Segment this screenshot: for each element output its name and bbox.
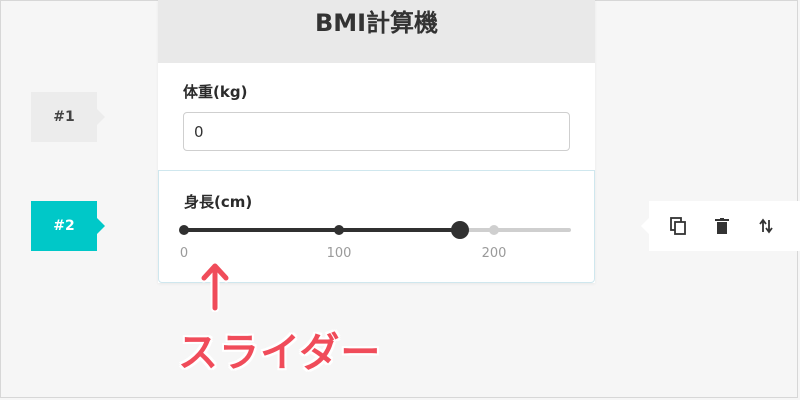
slider-tick bbox=[179, 225, 189, 235]
bmi-calculator-card: BMI計算機 体重(kg) 身長(cm) 0 100 200 bbox=[158, 0, 595, 283]
slider-tick-label: 200 bbox=[481, 246, 507, 261]
annotation-label: スライダー bbox=[178, 330, 382, 376]
card-title: BMI計算機 bbox=[314, 9, 439, 37]
delete-button[interactable] bbox=[711, 215, 733, 237]
slider-tick-label: 100 bbox=[326, 246, 352, 261]
step-marker-1[interactable]: #1 bbox=[31, 92, 105, 142]
annotation-arrow-up-icon bbox=[199, 262, 231, 312]
slider-tick bbox=[489, 225, 499, 235]
slider-tick-label: 0 bbox=[179, 246, 189, 261]
trash-icon bbox=[715, 218, 729, 234]
slider-tick bbox=[334, 225, 344, 235]
weight-input[interactable] bbox=[183, 112, 570, 151]
duplicate-button[interactable] bbox=[667, 215, 689, 237]
weight-label: 体重(kg) bbox=[183, 83, 248, 101]
height-slider[interactable]: 0 100 200 bbox=[179, 221, 571, 261]
step-marker-label: #2 bbox=[53, 218, 75, 234]
copy-icon bbox=[670, 217, 686, 235]
block-toolbar bbox=[641, 201, 800, 251]
step-marker-2[interactable]: #2 bbox=[31, 201, 105, 251]
height-label: 身長(cm) bbox=[184, 193, 253, 211]
slider-thumb[interactable] bbox=[450, 221, 469, 239]
card-header: BMI計算機 bbox=[158, 0, 595, 63]
move-button[interactable] bbox=[755, 215, 777, 237]
slider-fill bbox=[184, 228, 460, 232]
swap-vertical-icon bbox=[759, 218, 773, 234]
step-marker-label: #1 bbox=[53, 109, 75, 125]
